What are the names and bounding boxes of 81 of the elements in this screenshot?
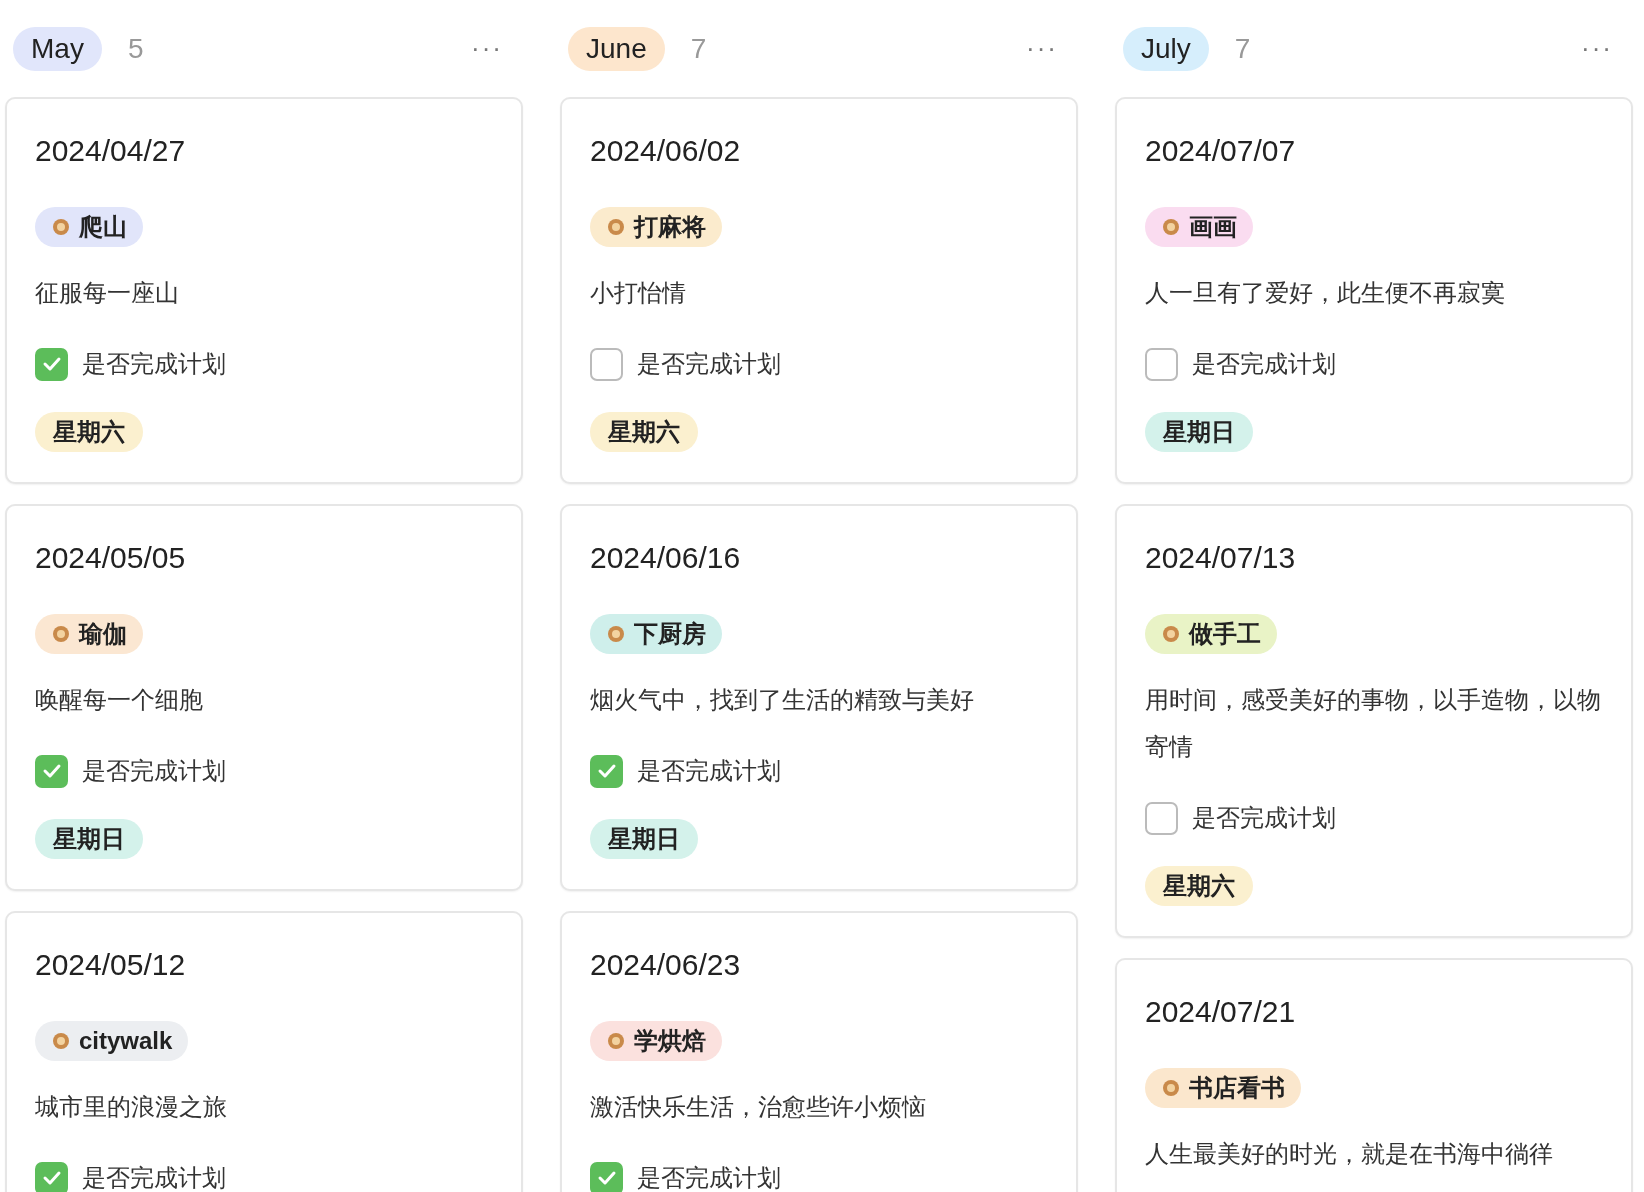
card-count: 5 bbox=[127, 31, 144, 66]
checkbox[interactable] bbox=[35, 1161, 68, 1192]
card-count: 7 bbox=[1234, 31, 1251, 66]
more-menu-button[interactable]: ··· bbox=[471, 29, 503, 68]
checkbox-label: 是否完成计划 bbox=[82, 349, 226, 379]
tag-label: 做手工 bbox=[1189, 619, 1261, 649]
card-description: 烟火气中，找到了生活的精致与美好 bbox=[590, 685, 974, 715]
checkbox-label: 是否完成计划 bbox=[637, 756, 781, 786]
tag-label: 爬山 bbox=[79, 212, 127, 242]
card-date: 2024/07/21 bbox=[1145, 994, 1296, 1030]
column-title: May bbox=[13, 26, 102, 71]
tag-label: 画画 bbox=[1189, 212, 1237, 242]
column-title: June bbox=[568, 26, 665, 71]
tag-icon bbox=[1161, 624, 1181, 644]
card-date: 2024/06/16 bbox=[590, 540, 741, 576]
card[interactable]: 2024/07/13 做手工 用时间，感受美好的事物，以手造物，以物寄情 是否完成计划 星期六 bbox=[1115, 504, 1633, 938]
checkbox[interactable] bbox=[590, 347, 623, 381]
card-description: 人生最美好的时光，就是在书海中徜徉 bbox=[1145, 1139, 1553, 1169]
card-description: 用时间，感受美好的事物，以手造物，以物寄情 bbox=[1145, 685, 1602, 762]
card-date: 2024/05/05 bbox=[35, 540, 186, 576]
checkbox[interactable] bbox=[590, 1161, 623, 1192]
checkbox[interactable] bbox=[35, 347, 68, 381]
tag-icon bbox=[1161, 1078, 1181, 1098]
checkmark-icon bbox=[41, 356, 62, 372]
checkbox-label: 是否完成计划 bbox=[82, 756, 226, 786]
tag-icon bbox=[51, 217, 71, 237]
tag-label: 打麻将 bbox=[634, 212, 706, 242]
checkbox[interactable] bbox=[590, 754, 623, 788]
card[interactable]: 2024/06/23 学烘焙 激活快乐生活，治愈些许小烦恼 是否完成计划 bbox=[560, 911, 1078, 1192]
tag-label: 下厨房 bbox=[634, 619, 706, 649]
card[interactable]: 2024/06/02 打麻将 小打怡情 是否完成计划 星期六 bbox=[560, 97, 1078, 484]
weekday-tag: 星期六 bbox=[590, 412, 698, 452]
card[interactable]: 2024/05/05 瑜伽 唤醒每一个细胞 是否完成计划 星期日 bbox=[5, 504, 523, 891]
checkbox-label: 是否完成计划 bbox=[1192, 349, 1336, 379]
tag-label: 学烘焙 bbox=[634, 1026, 706, 1056]
tag-label: 书店看书 bbox=[1189, 1073, 1285, 1103]
checkbox-label: 是否完成计划 bbox=[1192, 803, 1336, 833]
card[interactable]: 2024/06/16 下厨房 烟火气中，找到了生活的精致与美好 是否完成计划 星期日 bbox=[560, 504, 1078, 891]
card-description: 城市里的浪漫之旅 bbox=[35, 1092, 227, 1122]
checkbox-label: 是否完成计划 bbox=[82, 1163, 226, 1192]
column-title: July bbox=[1123, 26, 1209, 71]
card-description: 激活快乐生活，治愈些许小烦恼 bbox=[590, 1092, 926, 1122]
tag-icon bbox=[51, 624, 71, 644]
card[interactable]: 2024/05/12 citywalk 城市里的浪漫之旅 是否完成计划 bbox=[5, 911, 523, 1192]
checkmark-icon bbox=[41, 763, 62, 779]
tag-label: citywalk bbox=[79, 1026, 173, 1056]
card-description: 人一旦有了爱好，此生便不再寂寞 bbox=[1145, 278, 1505, 308]
tag-icon bbox=[51, 1031, 71, 1051]
tag-label: 瑜伽 bbox=[79, 619, 127, 649]
tag-icon bbox=[606, 217, 626, 237]
card-description: 征服每一座山 bbox=[35, 278, 179, 308]
checkbox[interactable] bbox=[35, 754, 68, 788]
card-date: 2024/07/13 bbox=[1145, 540, 1296, 576]
weekday-tag: 星期日 bbox=[35, 819, 143, 859]
weekday-tag: 星期六 bbox=[1145, 866, 1253, 906]
checkbox[interactable] bbox=[1145, 347, 1178, 381]
card-count: 7 bbox=[690, 31, 707, 66]
card-date: 2024/05/12 bbox=[35, 947, 186, 983]
card[interactable]: 2024/04/27 爬山 征服每一座山 是否完成计划 星期六 bbox=[5, 97, 523, 484]
tag-icon bbox=[606, 1031, 626, 1051]
card-date: 2024/06/23 bbox=[590, 947, 741, 983]
tag-icon bbox=[1161, 217, 1181, 237]
more-menu-button[interactable]: ··· bbox=[1581, 29, 1613, 68]
card[interactable]: 2024/07/21 书店看书 人生最美好的时光，就是在书海中徜徉 bbox=[1115, 958, 1633, 1192]
card-date: 2024/06/02 bbox=[590, 133, 741, 169]
card-description: 唤醒每一个细胞 bbox=[35, 685, 203, 715]
card-date: 2024/07/07 bbox=[1145, 133, 1296, 169]
weekday-tag: 星期日 bbox=[1145, 412, 1253, 452]
checkbox[interactable] bbox=[1145, 801, 1178, 835]
more-menu-button[interactable]: ··· bbox=[1026, 29, 1058, 68]
weekday-tag: 星期日 bbox=[590, 819, 698, 859]
tag-icon bbox=[606, 624, 626, 644]
checkmark-icon bbox=[41, 1170, 62, 1186]
card-date: 2024/04/27 bbox=[35, 133, 186, 169]
checkmark-icon bbox=[596, 1170, 617, 1186]
card-description: 小打怡情 bbox=[590, 278, 686, 308]
checkbox-label: 是否完成计划 bbox=[637, 1163, 781, 1192]
checkbox-label: 是否完成计划 bbox=[637, 349, 781, 379]
weekday-tag: 星期六 bbox=[35, 412, 143, 452]
card[interactable]: 2024/07/07 画画 人一旦有了爱好，此生便不再寂寞 是否完成计划 星期日 bbox=[1115, 97, 1633, 484]
checkmark-icon bbox=[596, 763, 617, 779]
